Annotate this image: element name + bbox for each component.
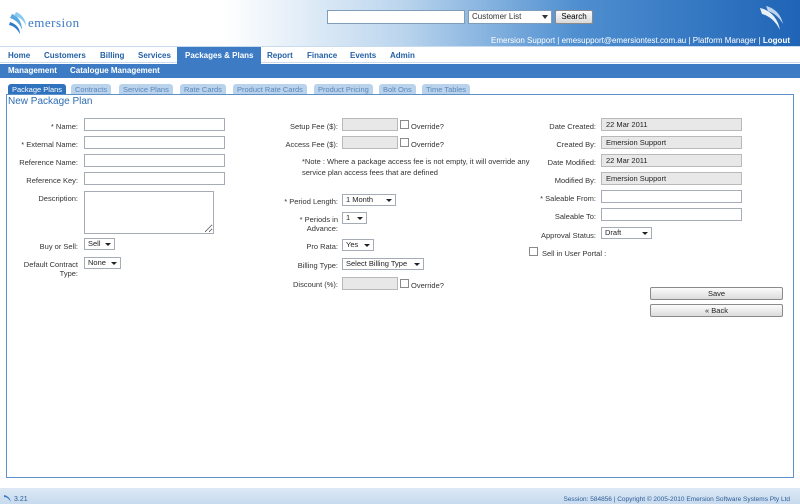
nav-customers[interactable]: Customers <box>36 47 94 64</box>
search-input[interactable] <box>327 10 465 24</box>
date-created-value: 22 Mar 2011 <box>601 118 742 131</box>
reference-name-label: Reference Name: <box>19 158 78 167</box>
wing-logo-icon <box>760 6 783 30</box>
subnav-management[interactable]: Management <box>8 64 57 78</box>
logout-link[interactable]: Logout <box>763 36 790 45</box>
setup-fee-override-checkbox[interactable] <box>400 120 409 129</box>
created-by-value: Emersion Support <box>601 136 742 149</box>
pro-rata-label: Pro Rata: <box>306 242 338 251</box>
buy-or-sell-value: Sell <box>88 239 101 248</box>
nav-packages-plans[interactable]: Packages & Plans <box>177 47 262 64</box>
nav-services[interactable]: Services <box>130 47 179 64</box>
approval-status-value: Draft <box>605 228 622 237</box>
chevron-down-icon <box>105 243 111 246</box>
date-modified-label: Date Modified: <box>547 158 596 167</box>
date-modified-value: 22 Mar 2011 <box>601 154 742 167</box>
external-name-input[interactable] <box>84 136 225 149</box>
periods-in-advance-select[interactable]: 1 <box>342 212 367 224</box>
access-fee-override-checkbox[interactable] <box>400 138 409 147</box>
nav-admin[interactable]: Admin <box>382 47 423 64</box>
date-created-label: Date Created: <box>549 122 596 131</box>
billing-type-value: Select Billing Type <box>346 259 408 268</box>
external-name-label: * External Name: <box>21 140 78 149</box>
access-fee-override-label: Override? <box>411 140 444 149</box>
logo-text: emersion <box>28 15 80 30</box>
user-links: Emersion Support | emesupport@emersionte… <box>491 36 790 45</box>
emersion-small-logo-icon <box>4 495 11 502</box>
nav-billing[interactable]: Billing <box>92 47 132 64</box>
user-email-link[interactable]: emesupport@emersiontest.com.au <box>562 36 687 45</box>
modified-by-value: Emersion Support <box>601 172 742 185</box>
chevron-down-icon <box>642 232 648 235</box>
nav-home[interactable]: Home <box>0 47 38 64</box>
nav-report[interactable]: Report <box>259 47 301 64</box>
sell-in-user-portal-label: Sell in User Portal : <box>542 249 607 258</box>
chevron-down-icon <box>414 263 420 266</box>
saleable-from-label: * Saleable From: <box>540 194 596 203</box>
search-type-select[interactable]: Customer List <box>468 10 552 24</box>
access-fee-note: *Note : Where a package access fee is no… <box>302 157 530 177</box>
billing-type-select[interactable]: Select Billing Type <box>342 258 424 270</box>
discount-input[interactable] <box>342 277 398 290</box>
setup-fee-override-label: Override? <box>411 122 444 131</box>
description-label: Description: <box>38 194 78 203</box>
reference-key-input[interactable] <box>84 172 225 185</box>
name-label: * Name: <box>50 122 78 131</box>
periods-in-advance-label-line1: * Periods in <box>299 215 338 224</box>
chevron-down-icon <box>111 262 117 265</box>
chevron-down-icon <box>357 217 363 220</box>
default-contract-type-select[interactable]: None <box>84 257 121 269</box>
access-fee-input[interactable] <box>342 136 398 149</box>
setup-fee-input[interactable] <box>342 118 398 131</box>
subnav-catalogue-management[interactable]: Catalogue Management <box>70 64 160 78</box>
period-length-value: 1 Month <box>346 195 374 204</box>
setup-fee-label: Setup Fee ($): <box>290 122 338 131</box>
period-length-select[interactable]: 1 Month <box>342 194 396 206</box>
main-nav: Home Customers Billing Services Packages… <box>0 46 800 64</box>
buy-or-sell-label: Buy or Sell: <box>39 242 78 251</box>
default-contract-type-label-line2: Type: <box>59 269 78 278</box>
access-fee-label: Access Fee ($): <box>285 140 338 149</box>
pro-rata-select[interactable]: Yes <box>342 239 374 251</box>
billing-type-label: Billing Type: <box>297 261 338 270</box>
modified-by-label: Modified By: <box>554 176 596 185</box>
user-name-link[interactable]: Emersion Support <box>491 36 555 45</box>
description-textarea[interactable] <box>84 191 214 234</box>
chevron-down-icon <box>386 199 392 202</box>
nav-events[interactable]: Events <box>342 47 384 64</box>
pro-rata-value: Yes <box>346 240 359 249</box>
reference-name-input[interactable] <box>84 154 225 167</box>
search-button[interactable]: Search <box>555 10 593 24</box>
saleable-to-input[interactable] <box>601 208 742 221</box>
approval-status-label: Approval Status: <box>540 231 596 240</box>
periods-in-advance-value: 1 <box>346 213 351 222</box>
nav-finance[interactable]: Finance <box>299 47 345 64</box>
session-copyright-text: Session: 584856 | Copyright © 2005-2010 … <box>563 496 790 503</box>
page-title: New Package Plan <box>8 96 93 107</box>
search-type-value: Customer List <box>472 12 522 21</box>
platform-manager-link[interactable]: Platform Manager <box>693 36 757 45</box>
discount-label: Discount (%): <box>292 280 338 289</box>
periods-in-advance-label-line2: Advance: <box>306 224 338 233</box>
default-contract-type-label-line1: Default Contract <box>23 260 78 269</box>
buy-or-sell-select[interactable]: Sell <box>84 238 115 250</box>
chevron-down-icon <box>542 15 548 19</box>
sell-in-user-portal-checkbox[interactable] <box>529 247 538 256</box>
back-button[interactable]: « Back <box>650 304 783 317</box>
default-contract-type-value: None <box>88 258 106 267</box>
created-by-label: Created By: <box>556 140 596 149</box>
save-button[interactable]: Save <box>650 287 783 300</box>
period-length-label: * Period Length: <box>284 197 338 206</box>
sub-nav: Management Catalogue Management <box>0 64 800 78</box>
name-input[interactable] <box>84 118 225 131</box>
discount-override-label: Override? <box>411 281 444 290</box>
version-text: 3.21 <box>14 496 28 503</box>
chevron-down-icon <box>364 244 370 247</box>
approval-status-select[interactable]: Draft <box>601 227 652 239</box>
saleable-to-label: Saleable To: <box>554 212 596 221</box>
saleable-from-input[interactable] <box>601 190 742 203</box>
discount-override-checkbox[interactable] <box>400 279 409 288</box>
reference-key-label: Reference Key: <box>26 176 78 185</box>
